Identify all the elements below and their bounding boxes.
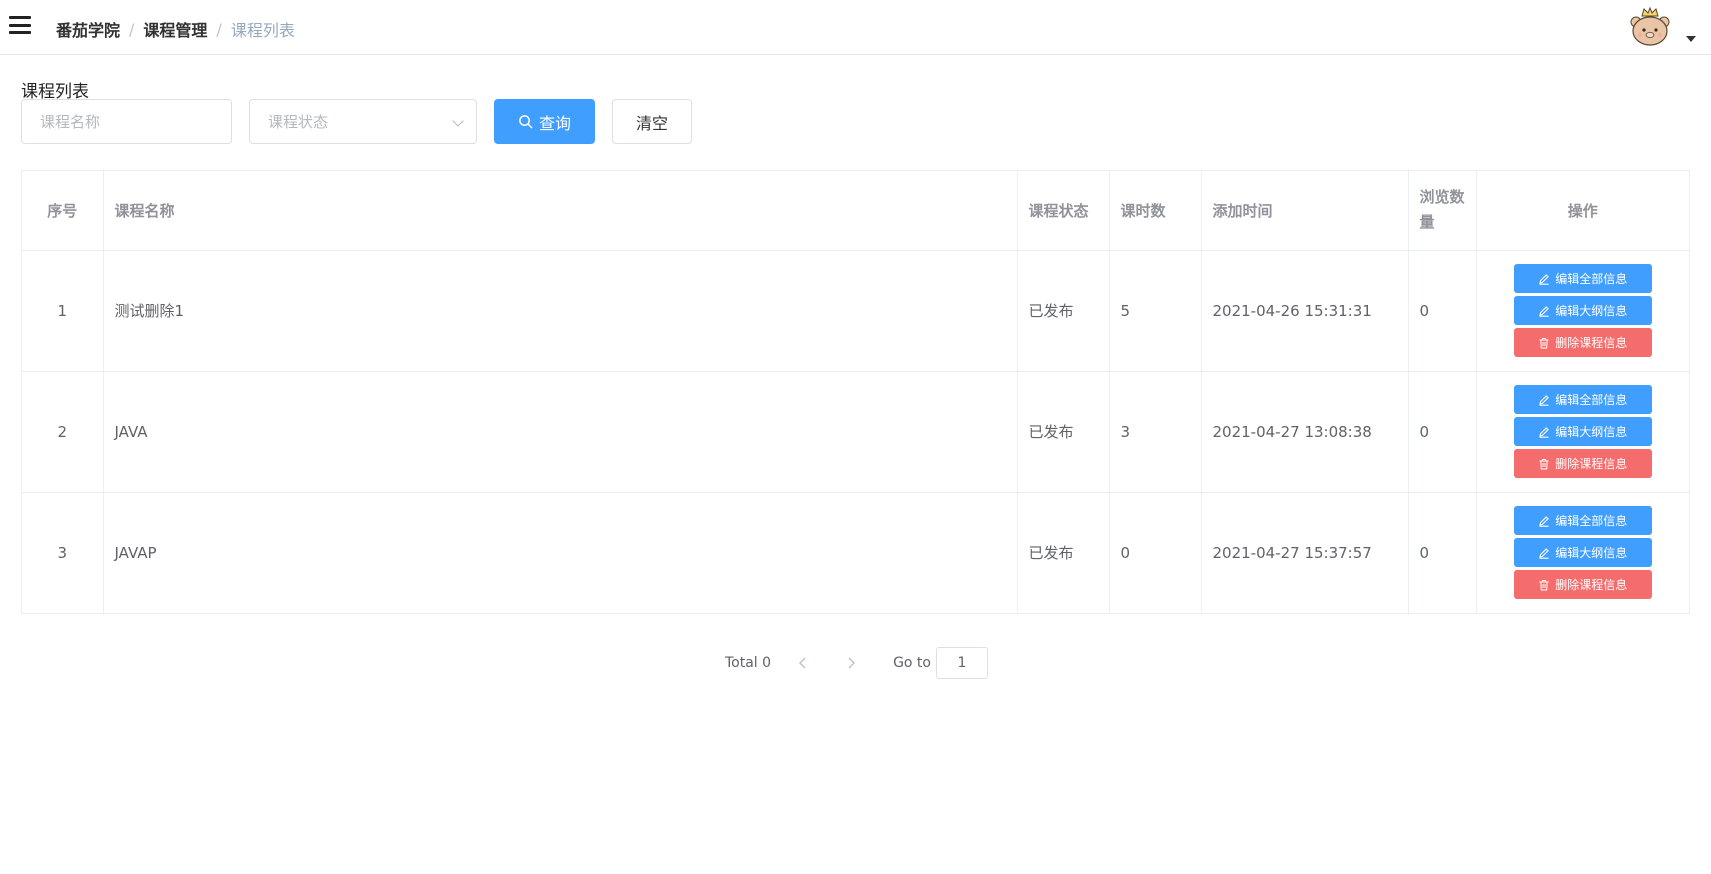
table-header-row: 序号 课程名称 课程状态 课时数 添加时间 浏览数量 操作 — [22, 171, 1689, 251]
table-row: 3 JAVAP 已发布 0 2021-04-27 15:37:57 0 编辑全部… — [22, 492, 1689, 613]
cell-added-time: 2021-04-27 15:37:57 — [1201, 492, 1409, 613]
edit-outline-button[interactable]: 编辑大纲信息 — [1513, 417, 1652, 446]
pagination: Total 0 Go to 1 — [725, 647, 988, 679]
cell-course-name: 测试删除1 — [103, 250, 1018, 372]
cell-status: 已发布 — [1017, 492, 1110, 613]
chevron-down-icon[interactable] — [1686, 36, 1696, 42]
column-header-index: 序号 — [22, 171, 104, 251]
cell-actions: 编辑全部信息 编辑大纲信息 删除课程信息 — [1476, 250, 1689, 372]
cell-course-name: JAVAP — [103, 492, 1018, 613]
hamburger-menu-icon[interactable] — [8, 14, 32, 36]
edit-outline-label: 编辑大纲信息 — [1555, 546, 1628, 561]
edit-all-button[interactable]: 编辑全部信息 — [1513, 506, 1652, 536]
course-status-select[interactable]: 课程状态 — [249, 99, 477, 144]
goto-page-input[interactable]: 1 — [935, 647, 988, 679]
cell-views: 0 — [1408, 250, 1477, 372]
cell-actions: 编辑全部信息 编辑大纲信息 删除课程信息 — [1476, 492, 1689, 613]
edit-all-button[interactable]: 编辑全部信息 — [1513, 264, 1652, 293]
breadcrumb-item-academy[interactable]: 番茄学院 — [56, 17, 120, 41]
course-name-input[interactable]: 课程名称 — [21, 99, 232, 144]
edit-all-button[interactable]: 编辑全部信息 — [1513, 385, 1652, 414]
cell-views: 0 — [1408, 492, 1477, 613]
edit-outline-label: 编辑大纲信息 — [1555, 425, 1628, 439]
column-header-views: 浏览数量 — [1408, 171, 1477, 251]
next-page-button[interactable] — [837, 649, 865, 677]
delete-course-button[interactable]: 删除课程信息 — [1513, 328, 1652, 357]
edit-all-label: 编辑全部信息 — [1555, 514, 1628, 529]
trash-icon — [1539, 337, 1549, 348]
chevron-down-icon — [452, 115, 464, 127]
edit-outline-button[interactable]: 编辑大纲信息 — [1513, 296, 1652, 325]
edit-icon — [1539, 547, 1550, 559]
column-header-actions: 操作 — [1476, 171, 1689, 251]
cell-index: 2 — [22, 371, 104, 493]
search-icon — [519, 115, 533, 129]
breadcrumb-separator: / — [216, 19, 222, 39]
course-table: 序号 课程名称 课程状态 课时数 添加时间 浏览数量 操作 1 测试删除1 已发… — [21, 170, 1690, 614]
course-status-placeholder: 课程状态 — [268, 113, 329, 131]
edit-outline-button[interactable]: 编辑大纲信息 — [1513, 538, 1652, 568]
user-avatar[interactable] — [1628, 6, 1672, 48]
cell-course-name: JAVA — [103, 371, 1018, 493]
edit-icon — [1539, 394, 1550, 406]
query-button[interactable]: 查询 — [494, 99, 595, 144]
edit-all-label: 编辑全部信息 — [1555, 272, 1628, 286]
query-button-label: 查询 — [538, 113, 571, 133]
column-header-status: 课程状态 — [1017, 171, 1110, 251]
cell-lessons: 3 — [1109, 371, 1202, 493]
delete-course-button[interactable]: 删除课程信息 — [1513, 570, 1652, 600]
top-navbar: 番茄学院 / 课程管理 / 课程列表 — [0, 0, 1711, 55]
trash-icon — [1539, 458, 1549, 469]
edit-icon — [1539, 426, 1550, 438]
column-header-name: 课程名称 — [103, 171, 1018, 251]
breadcrumb-separator: / — [129, 19, 135, 39]
cell-added-time: 2021-04-26 15:31:31 — [1201, 250, 1409, 372]
cell-actions: 编辑全部信息 编辑大纲信息 删除课程信息 — [1476, 371, 1689, 493]
table-row: 1 测试删除1 已发布 5 2021-04-26 15:31:31 0 编辑全部… — [22, 250, 1689, 372]
goto-page-value: 1 — [957, 655, 967, 671]
breadcrumb-item-course-list: 课程列表 — [230, 21, 295, 40]
course-name-placeholder: 课程名称 — [40, 113, 101, 131]
edit-icon — [1539, 305, 1550, 317]
cell-lessons: 5 — [1109, 250, 1202, 372]
column-header-added-time: 添加时间 — [1201, 171, 1409, 251]
delete-course-button[interactable]: 删除课程信息 — [1513, 449, 1652, 478]
edit-all-label: 编辑全部信息 — [1555, 393, 1628, 407]
trash-icon — [1539, 579, 1549, 591]
edit-outline-label: 编辑大纲信息 — [1555, 304, 1628, 318]
pagination-total: Total 0 — [725, 655, 772, 671]
cell-index: 1 — [22, 250, 104, 372]
goto-label: Go to — [893, 655, 931, 671]
chevron-right-icon — [848, 657, 856, 669]
cell-status: 已发布 — [1017, 250, 1110, 372]
cell-lessons: 0 — [1109, 492, 1202, 613]
edit-icon — [1539, 515, 1550, 527]
column-header-lessons: 课时数 — [1109, 171, 1202, 251]
chevron-left-icon — [799, 657, 806, 669]
edit-icon — [1539, 273, 1550, 285]
clear-button[interactable]: 清空 — [612, 99, 692, 144]
table-row: 2 JAVA 已发布 3 2021-04-27 13:08:38 0 编辑全部信… — [22, 371, 1689, 493]
prev-page-button[interactable] — [789, 649, 817, 677]
cell-added-time: 2021-04-27 13:08:38 — [1201, 371, 1409, 493]
delete-course-label: 删除课程信息 — [1555, 578, 1628, 593]
cell-status: 已发布 — [1017, 371, 1110, 493]
clear-button-label: 清空 — [635, 113, 668, 133]
delete-course-label: 删除课程信息 — [1555, 457, 1628, 471]
cell-index: 3 — [22, 492, 104, 613]
breadcrumb: 番茄学院 / 课程管理 / 课程列表 — [56, 17, 295, 41]
breadcrumb-item-course-management[interactable]: 课程管理 — [143, 17, 207, 41]
cell-views: 0 — [1408, 371, 1477, 493]
delete-course-label: 删除课程信息 — [1555, 336, 1628, 350]
